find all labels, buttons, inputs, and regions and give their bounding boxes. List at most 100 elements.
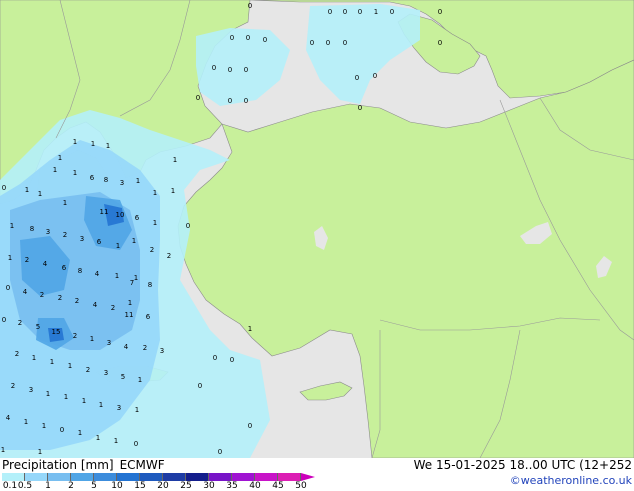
precip-value-label: 1 xyxy=(50,358,54,366)
precip-value-label: 2 xyxy=(58,294,62,302)
precip-value-label: 0 xyxy=(186,222,190,230)
precip-value-label: 6 xyxy=(62,264,67,272)
precip-value-label: 0 xyxy=(213,354,217,362)
precip-value-label: 2 xyxy=(40,291,44,299)
variable-label: Precipitation [mm] xyxy=(2,458,114,472)
precip-value-label: 3 xyxy=(120,179,124,187)
precip-value-label: 1 xyxy=(374,8,378,16)
precip-value-label: 1 xyxy=(171,187,175,195)
precip-value-label: 1 xyxy=(248,325,252,333)
precip-value-label: 0 xyxy=(248,422,252,430)
precip-value-label: 0 xyxy=(248,2,252,10)
precip-value-label: 1 xyxy=(116,242,120,250)
precip-value-label: 0 xyxy=(263,36,267,44)
legend-swatch xyxy=(25,473,48,481)
precip-value-label: 0 xyxy=(6,284,10,292)
precip-value-label: 1 xyxy=(82,397,86,405)
precip-value-label: 1 xyxy=(64,393,68,401)
precip-value-label: 0 xyxy=(343,39,347,47)
precip-value-label: 1 xyxy=(99,401,103,409)
precip-value-label: 2 xyxy=(143,344,147,352)
legend-swatch xyxy=(255,473,278,481)
precip-value-label: 0 xyxy=(355,74,359,82)
legend-swatch xyxy=(163,473,186,481)
legend-swatch xyxy=(278,473,301,481)
precip-value-label: 1 xyxy=(78,429,82,437)
precip-value-label: 0 xyxy=(2,316,6,324)
legend-swatch xyxy=(117,473,140,481)
legend-swatch xyxy=(232,473,255,481)
map-footer: Precipitation [mm] ECMWF We 15-01-2025 18… xyxy=(0,458,634,491)
precip-value-label: 11 xyxy=(100,208,109,216)
precip-value-label: 1 xyxy=(42,422,46,430)
precip-value-label: 1 xyxy=(173,156,177,164)
precip-value-label: 0 xyxy=(328,8,332,16)
precip-value-label: 1 xyxy=(10,222,14,230)
precip-value-label: 0 xyxy=(246,34,250,42)
precip-value-label: 1 xyxy=(53,166,57,174)
precip-value-label: 0 xyxy=(2,184,6,192)
model-label: ECMWF xyxy=(119,458,165,472)
precip-value-label: 1 xyxy=(136,177,140,185)
precip-value-label: 0 xyxy=(134,440,138,448)
precip-value-label: 8 xyxy=(30,225,34,233)
precip-value-label: 1 xyxy=(115,272,119,280)
precip-value-label: 1 xyxy=(134,274,138,282)
precip-value-label: 4 xyxy=(95,270,100,278)
precip-value-label: 3 xyxy=(160,347,164,355)
precip-value-label: 0 xyxy=(326,39,330,47)
precip-value-label: 1 xyxy=(24,418,28,426)
precip-value-label: 2 xyxy=(150,246,154,254)
precip-value-label: 4 xyxy=(6,414,11,422)
precip-value-label: 1 xyxy=(96,434,100,442)
precip-value-label: 2 xyxy=(18,319,22,327)
precip-value-label: 5 xyxy=(36,323,40,331)
precip-value-label: 11 xyxy=(125,311,134,319)
precip-value-label: 0 xyxy=(230,356,234,364)
precip-value-label: 1 xyxy=(63,199,67,207)
precip-value-label: 3 xyxy=(46,228,50,236)
legend-swatch xyxy=(71,473,94,481)
precip-value-label: 3 xyxy=(80,235,84,243)
precip-value-label: 1 xyxy=(153,189,157,197)
precip-value-label: 1 xyxy=(135,406,139,414)
precip-value-label: 1 xyxy=(25,186,29,194)
precip-value-label: 2 xyxy=(63,231,67,239)
precip-value-label: 0 xyxy=(373,72,377,80)
precip-value-label: 1 xyxy=(73,138,77,146)
precip-value-label: 1 xyxy=(128,299,132,307)
precip-value-label: 0 xyxy=(218,448,222,456)
precip-value-label: 1 xyxy=(114,437,118,445)
precip-value-label: 0 xyxy=(358,8,362,16)
valid-time: We 15-01-2025 18..00 UTC (12+252 xyxy=(413,458,632,472)
precip-value-label: 6 xyxy=(97,238,102,246)
precip-value-label: 4 xyxy=(23,288,28,296)
map-canvas: 00 0 0 1 0 00 0 0 0 0 0 00 0 0000 0 0001 1 111 16 8 3 111 11 11… xyxy=(0,0,634,458)
precip-value-label: 0 xyxy=(438,8,442,16)
precip-value-label: 0 xyxy=(230,34,234,42)
precip-value-label: 3 xyxy=(104,369,108,377)
precip-value-label: 2 xyxy=(75,297,79,305)
legend-swatch xyxy=(94,473,117,481)
precip-value-label: 0 xyxy=(358,104,362,112)
precip-value-label: 7 xyxy=(130,279,134,287)
precip-value-label: 0 xyxy=(196,94,200,102)
precip-value-label: 1 xyxy=(73,169,77,177)
precip-value-label: 6 xyxy=(135,214,140,222)
precip-value-label: 4 xyxy=(124,343,129,351)
precip-value-label: 2 xyxy=(111,304,115,312)
precip-value-label: 0 xyxy=(212,64,216,72)
precip-value-label: 1 xyxy=(90,335,94,343)
precip-value-label: 0 xyxy=(310,39,314,47)
precip-value-label: 2 xyxy=(73,332,77,340)
precip-value-label: 0 xyxy=(390,8,394,16)
precip-value-label: 0 xyxy=(244,97,248,105)
legend-arrow xyxy=(301,473,315,481)
legend-swatch xyxy=(186,473,209,481)
legend-swatch xyxy=(2,473,25,481)
precip-value-label: 0 xyxy=(198,382,202,390)
precip-value-label: 3 xyxy=(117,404,121,412)
precip-value-label: 1 xyxy=(38,448,42,456)
precip-value-label: 1 xyxy=(8,254,12,262)
precip-value-label: 0 xyxy=(228,66,232,74)
